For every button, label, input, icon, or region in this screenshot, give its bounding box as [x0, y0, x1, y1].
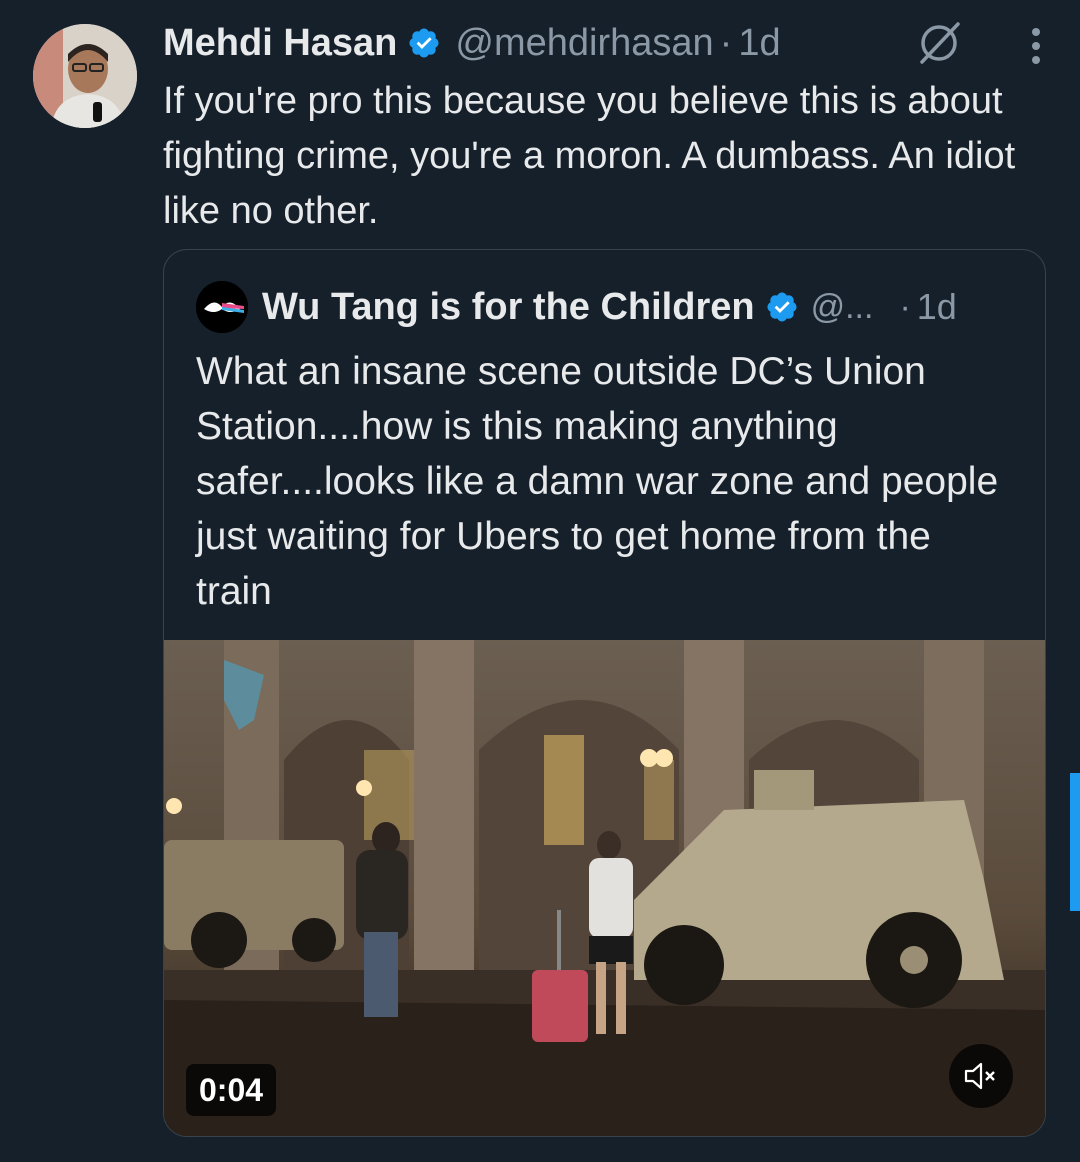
author-name[interactable]: Mehdi Hasan	[163, 22, 397, 65]
more-options-icon[interactable]	[1030, 26, 1042, 66]
mute-button[interactable]	[949, 1044, 1013, 1108]
separator-dot: ·	[719, 21, 733, 64]
quoted-author-name[interactable]: Wu Tang is for the Children	[262, 286, 755, 329]
video-duration: 0:04	[186, 1064, 277, 1116]
mute-icon	[964, 1062, 995, 1090]
separator-dot: ·	[899, 287, 911, 326]
scrollbar-thumb[interactable]	[1070, 773, 1080, 911]
quoted-author-handle[interactable]: @...	[811, 288, 874, 327]
video-player[interactable]: 0:04	[164, 640, 1045, 1136]
author-handle[interactable]: @mehdirhasan	[455, 22, 713, 65]
tweet-text: If you're pro this because you believe t…	[163, 80, 1016, 232]
quoted-author-avatar[interactable]	[196, 281, 248, 333]
verified-badge-icon[interactable]	[407, 26, 441, 60]
quoted-tweet-text: What an insane scene outside DC’s Union …	[196, 350, 999, 613]
quoted-tweet-header: Wu Tang is for the Children @... · 1d	[196, 278, 1015, 336]
tweet-timestamp[interactable]: 1d	[738, 22, 780, 65]
author-avatar[interactable]	[33, 24, 137, 128]
quoted-tweet-timestamp[interactable]: 1d	[917, 286, 957, 328]
verified-badge-icon[interactable]	[765, 290, 799, 324]
quoted-tweet[interactable]: Wu Tang is for the Children @... · 1d Wh…	[163, 249, 1046, 1137]
video-frame	[164, 640, 1045, 1136]
grok-icon[interactable]	[916, 20, 962, 66]
